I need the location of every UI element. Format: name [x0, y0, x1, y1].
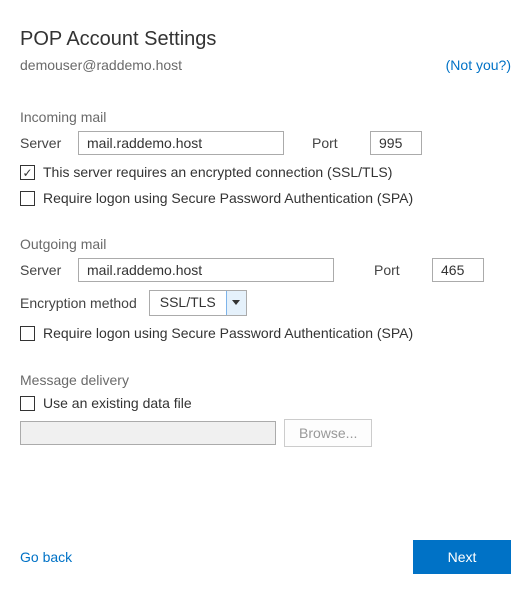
encryption-method-label: Encryption method	[20, 295, 137, 311]
incoming-ssl-checkbox[interactable]: ✓	[20, 165, 35, 180]
outgoing-spa-label: Require logon using Secure Password Auth…	[43, 324, 413, 344]
dropdown-button[interactable]	[226, 291, 246, 315]
encryption-method-dropdown[interactable]: SSL/TLS	[149, 290, 247, 316]
delivery-section-label: Message delivery	[20, 372, 511, 388]
account-email: demouser@raddemo.host	[20, 57, 182, 73]
go-back-link[interactable]: Go back	[20, 549, 72, 565]
incoming-spa-label: Require logon using Secure Password Auth…	[43, 189, 413, 209]
check-icon: ✓	[22, 167, 32, 179]
outgoing-server-label: Server	[20, 262, 68, 278]
outgoing-spa-checkbox[interactable]: ✓	[20, 326, 35, 341]
outgoing-server-input[interactable]	[78, 258, 334, 282]
incoming-server-label: Server	[20, 135, 68, 151]
chevron-down-icon	[232, 300, 240, 306]
incoming-port-label: Port	[312, 135, 360, 151]
outgoing-port-input[interactable]	[432, 258, 484, 282]
existing-file-checkbox[interactable]: ✓	[20, 396, 35, 411]
outgoing-port-label: Port	[374, 262, 422, 278]
outgoing-section-label: Outgoing mail	[20, 236, 511, 252]
incoming-port-input[interactable]	[370, 131, 422, 155]
existing-file-label: Use an existing data file	[43, 394, 192, 414]
incoming-section-label: Incoming mail	[20, 109, 511, 125]
not-you-link[interactable]: (Not you?)	[446, 57, 511, 73]
incoming-ssl-label: This server requires an encrypted connec…	[43, 163, 392, 183]
incoming-spa-checkbox[interactable]: ✓	[20, 191, 35, 206]
browse-button: Browse...	[284, 419, 372, 447]
next-button[interactable]: Next	[413, 540, 511, 574]
page-title: POP Account Settings	[20, 28, 511, 51]
incoming-server-input[interactable]	[78, 131, 284, 155]
data-file-input	[20, 421, 276, 445]
encryption-method-value: SSL/TLS	[150, 291, 226, 315]
